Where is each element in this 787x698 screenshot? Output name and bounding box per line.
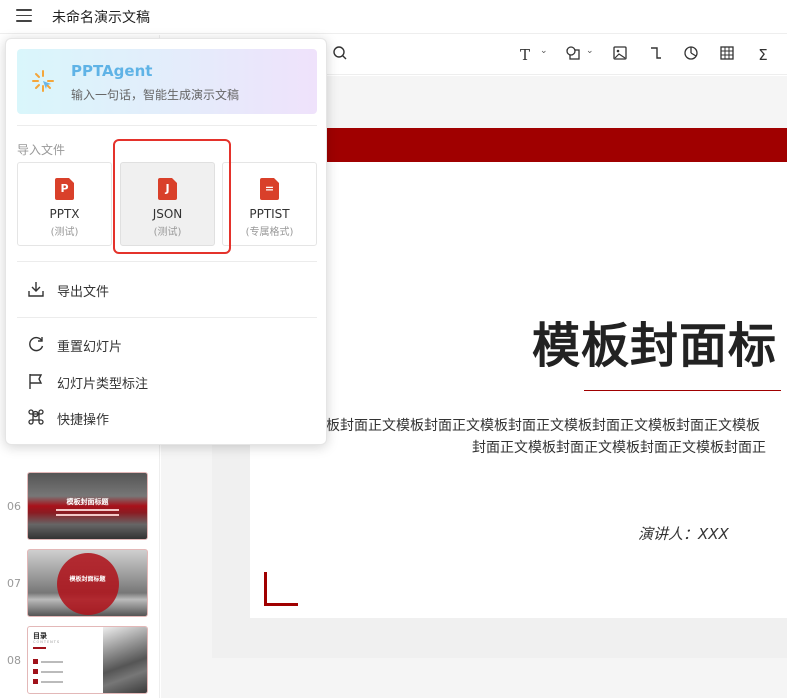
- menu-item-label: 幻灯片类型标注: [57, 377, 149, 392]
- pptagent-card[interactable]: PPTAgent 输入一句话，智能生成演示文稿: [17, 49, 317, 114]
- import-option-name: PPTX: [49, 207, 80, 221]
- table-icon[interactable]: [717, 45, 737, 65]
- formula-icon[interactable]: Σ: [753, 45, 773, 65]
- refresh-icon: [27, 335, 45, 353]
- import-section-label: 导入文件: [17, 143, 66, 157]
- highlight-annotation: [113, 139, 231, 254]
- chevron-down-icon[interactable]: ⌄: [540, 46, 548, 56]
- thumbnail-row-text: [41, 671, 63, 673]
- import-pptx-button[interactable]: P PPTX (测试): [17, 162, 112, 246]
- top-header: 未命名演示文稿: [0, 0, 787, 34]
- thumbnail-circle: [57, 553, 119, 615]
- slide-type-label-item[interactable]: 幻灯片类型标注: [17, 366, 317, 396]
- thumbnail-row-text: [41, 661, 63, 663]
- slide-title[interactable]: 模板封面标: [532, 306, 787, 376]
- image-icon[interactable]: [610, 45, 630, 65]
- document-title[interactable]: 未命名演示文稿: [52, 7, 150, 27]
- menu-item-label: 导出文件: [57, 285, 110, 300]
- pptagent-title: PPTAgent: [71, 62, 153, 80]
- menu-divider: [17, 125, 317, 126]
- thumbnail-title: 模板封面标题: [69, 576, 106, 583]
- slide-divider: [584, 390, 781, 391]
- thumbnail-accent-bar: [33, 647, 46, 649]
- thumbnail-number: 08: [7, 654, 21, 667]
- text-icon[interactable]: T: [515, 45, 535, 65]
- menu-item-label: 快捷操作: [57, 413, 110, 428]
- main-menu-dropdown: PPTAgent 输入一句话，智能生成演示文稿 导入文件 P PPTX (测试)…: [5, 38, 327, 445]
- slide-thumbnail[interactable]: 模板封面标题: [27, 549, 148, 617]
- reset-slides-item[interactable]: 重置幻灯片: [17, 329, 317, 359]
- menu-icon[interactable]: [16, 9, 32, 23]
- current-slide[interactable]: 模板封面标 板封面正文模板封面正文模板封面正文模板封面正文模板封面正文模板 封面…: [250, 128, 787, 618]
- slide-corner-decoration: [264, 572, 298, 606]
- thumbnail-row-text: [41, 681, 63, 683]
- app-root: 未命名演示文稿 T ⌄ ⌄ Σ 06 模板封面标题 07 模板封面标题 08 目…: [0, 0, 787, 698]
- slide-speaker[interactable]: 演讲人：XXX: [638, 523, 729, 544]
- shape-icon[interactable]: [563, 45, 583, 65]
- slide-body-line[interactable]: 封面正文模板封面正文模板封面正文模板封面正: [472, 437, 766, 457]
- import-pptist-button[interactable]: = PPTIST (专属格式): [222, 162, 317, 246]
- menu-item-label: 重置幻灯片: [57, 340, 123, 355]
- pptist-file-icon: =: [260, 178, 279, 200]
- pptagent-description: 输入一句话，智能生成演示文稿: [71, 88, 240, 102]
- chevron-down-icon[interactable]: ⌄: [586, 46, 594, 56]
- thumbnail-row-marker: [33, 679, 38, 684]
- import-option-sub: (测试): [50, 227, 79, 238]
- thumbnail-number: 07: [7, 577, 21, 590]
- slide-thumbnail[interactable]: 模板封面标题: [27, 472, 148, 540]
- search-icon[interactable]: [330, 45, 350, 65]
- thumbnail-subtitle: CONTENTS: [33, 640, 61, 644]
- command-icon: [27, 408, 45, 426]
- menu-divider: [17, 261, 317, 262]
- line-icon[interactable]: [646, 45, 666, 65]
- import-option-sub: (专属格式): [245, 227, 294, 238]
- pptx-file-icon: P: [55, 178, 74, 200]
- thumbnail-text-line: [56, 509, 119, 511]
- thumbnail-row-marker: [33, 669, 38, 674]
- shortcuts-item[interactable]: 快捷操作: [17, 402, 317, 432]
- menu-divider: [17, 317, 317, 318]
- thumbnail-title: 模板封面标题: [66, 498, 109, 506]
- import-option-name: PPTIST: [249, 207, 290, 221]
- thumbnail-row-marker: [33, 659, 38, 664]
- thumbnail-text-line: [56, 514, 119, 516]
- download-icon: [27, 280, 45, 298]
- chart-icon[interactable]: [681, 45, 701, 65]
- slide-thumbnail[interactable]: 目录 CONTENTS: [27, 626, 148, 694]
- thumbnail-photo: [103, 627, 147, 693]
- thumbnail-number: 06: [7, 500, 21, 513]
- export-file-item[interactable]: 导出文件: [17, 274, 317, 304]
- sparkle-icon: [31, 69, 55, 93]
- flag-icon: [27, 372, 45, 390]
- slide-top-band[interactable]: [250, 128, 787, 162]
- slide-body-line[interactable]: 板封面正文模板封面正文模板封面正文模板封面正文模板封面正文模板: [326, 415, 760, 435]
